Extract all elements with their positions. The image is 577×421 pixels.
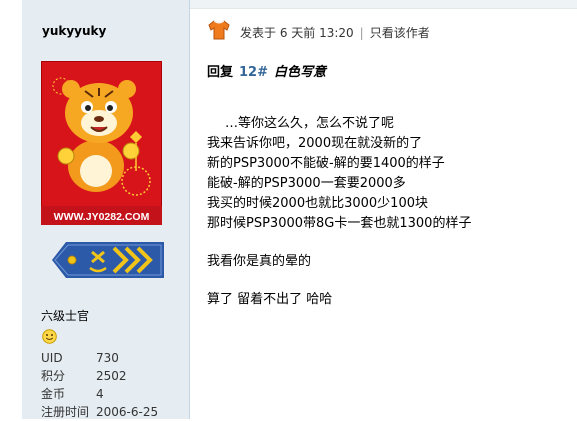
post-body: …等你这么久，怎么不说了呢 我来告诉你吧，2000现在就没新的了 新的PSP30… bbox=[207, 114, 567, 310]
post-line: 能破-解的PSP3000一套要2000多 bbox=[207, 176, 406, 191]
avatar-caption: WWW.JY0282.COM bbox=[54, 211, 150, 223]
smiley-icon bbox=[42, 329, 57, 344]
meta-separator: | bbox=[359, 26, 364, 40]
user-sidebar: yukyyuky WWW.JY0282.COM 六级士官 UID 730 积分 … bbox=[22, 0, 190, 419]
rank-title: 六级士官 bbox=[41, 309, 90, 323]
post-line: …等你这么久，怎么不说了呢 bbox=[225, 116, 395, 131]
top-divider bbox=[189, 0, 577, 9]
stat-uid: UID 730 bbox=[41, 351, 119, 365]
post-line: 我来告诉你吧，2000现在就没新的了 bbox=[207, 136, 423, 151]
username-link[interactable]: yukyyuky bbox=[42, 24, 106, 38]
stat-gold: 金币 4 bbox=[41, 387, 104, 401]
only-author-link[interactable]: 只看该作者 bbox=[370, 26, 430, 40]
floor-link[interactable]: 12# bbox=[239, 65, 268, 80]
stat-points: 积分 2502 bbox=[41, 369, 127, 383]
post-line: 算了 留着不出了 哈哈 bbox=[207, 292, 333, 307]
reply-label: 回复 bbox=[207, 65, 234, 80]
post-line: 我买的时候2000也就比3000少100块 bbox=[207, 196, 428, 211]
stat-register-date: 注册时间 2006-6-25 bbox=[41, 405, 159, 419]
reply-to-author: 白色写意 bbox=[274, 65, 327, 80]
shirt-icon bbox=[208, 20, 230, 40]
rank-badge-icon bbox=[52, 242, 164, 278]
post-meta: 发表于 6 天前 13:20 | 只看该作者 bbox=[240, 24, 430, 41]
user-stats: UID 730 积分 2502 金币 4 注册时间 2006-6-25 bbox=[41, 349, 181, 421]
post-line: 新的PSP3000不能破-解的要1400的样子 bbox=[207, 156, 445, 171]
post-line: 我看你是真的晕的 bbox=[207, 254, 312, 269]
user-avatar[interactable]: WWW.JY0282.COM bbox=[41, 61, 162, 225]
reply-header: 回复 12# 白色写意 bbox=[207, 61, 326, 80]
post-time: 发表于 6 天前 13:20 bbox=[240, 26, 354, 40]
post-line: 那时候PSP3000带8G卡一套也就1300的样子 bbox=[207, 216, 472, 231]
